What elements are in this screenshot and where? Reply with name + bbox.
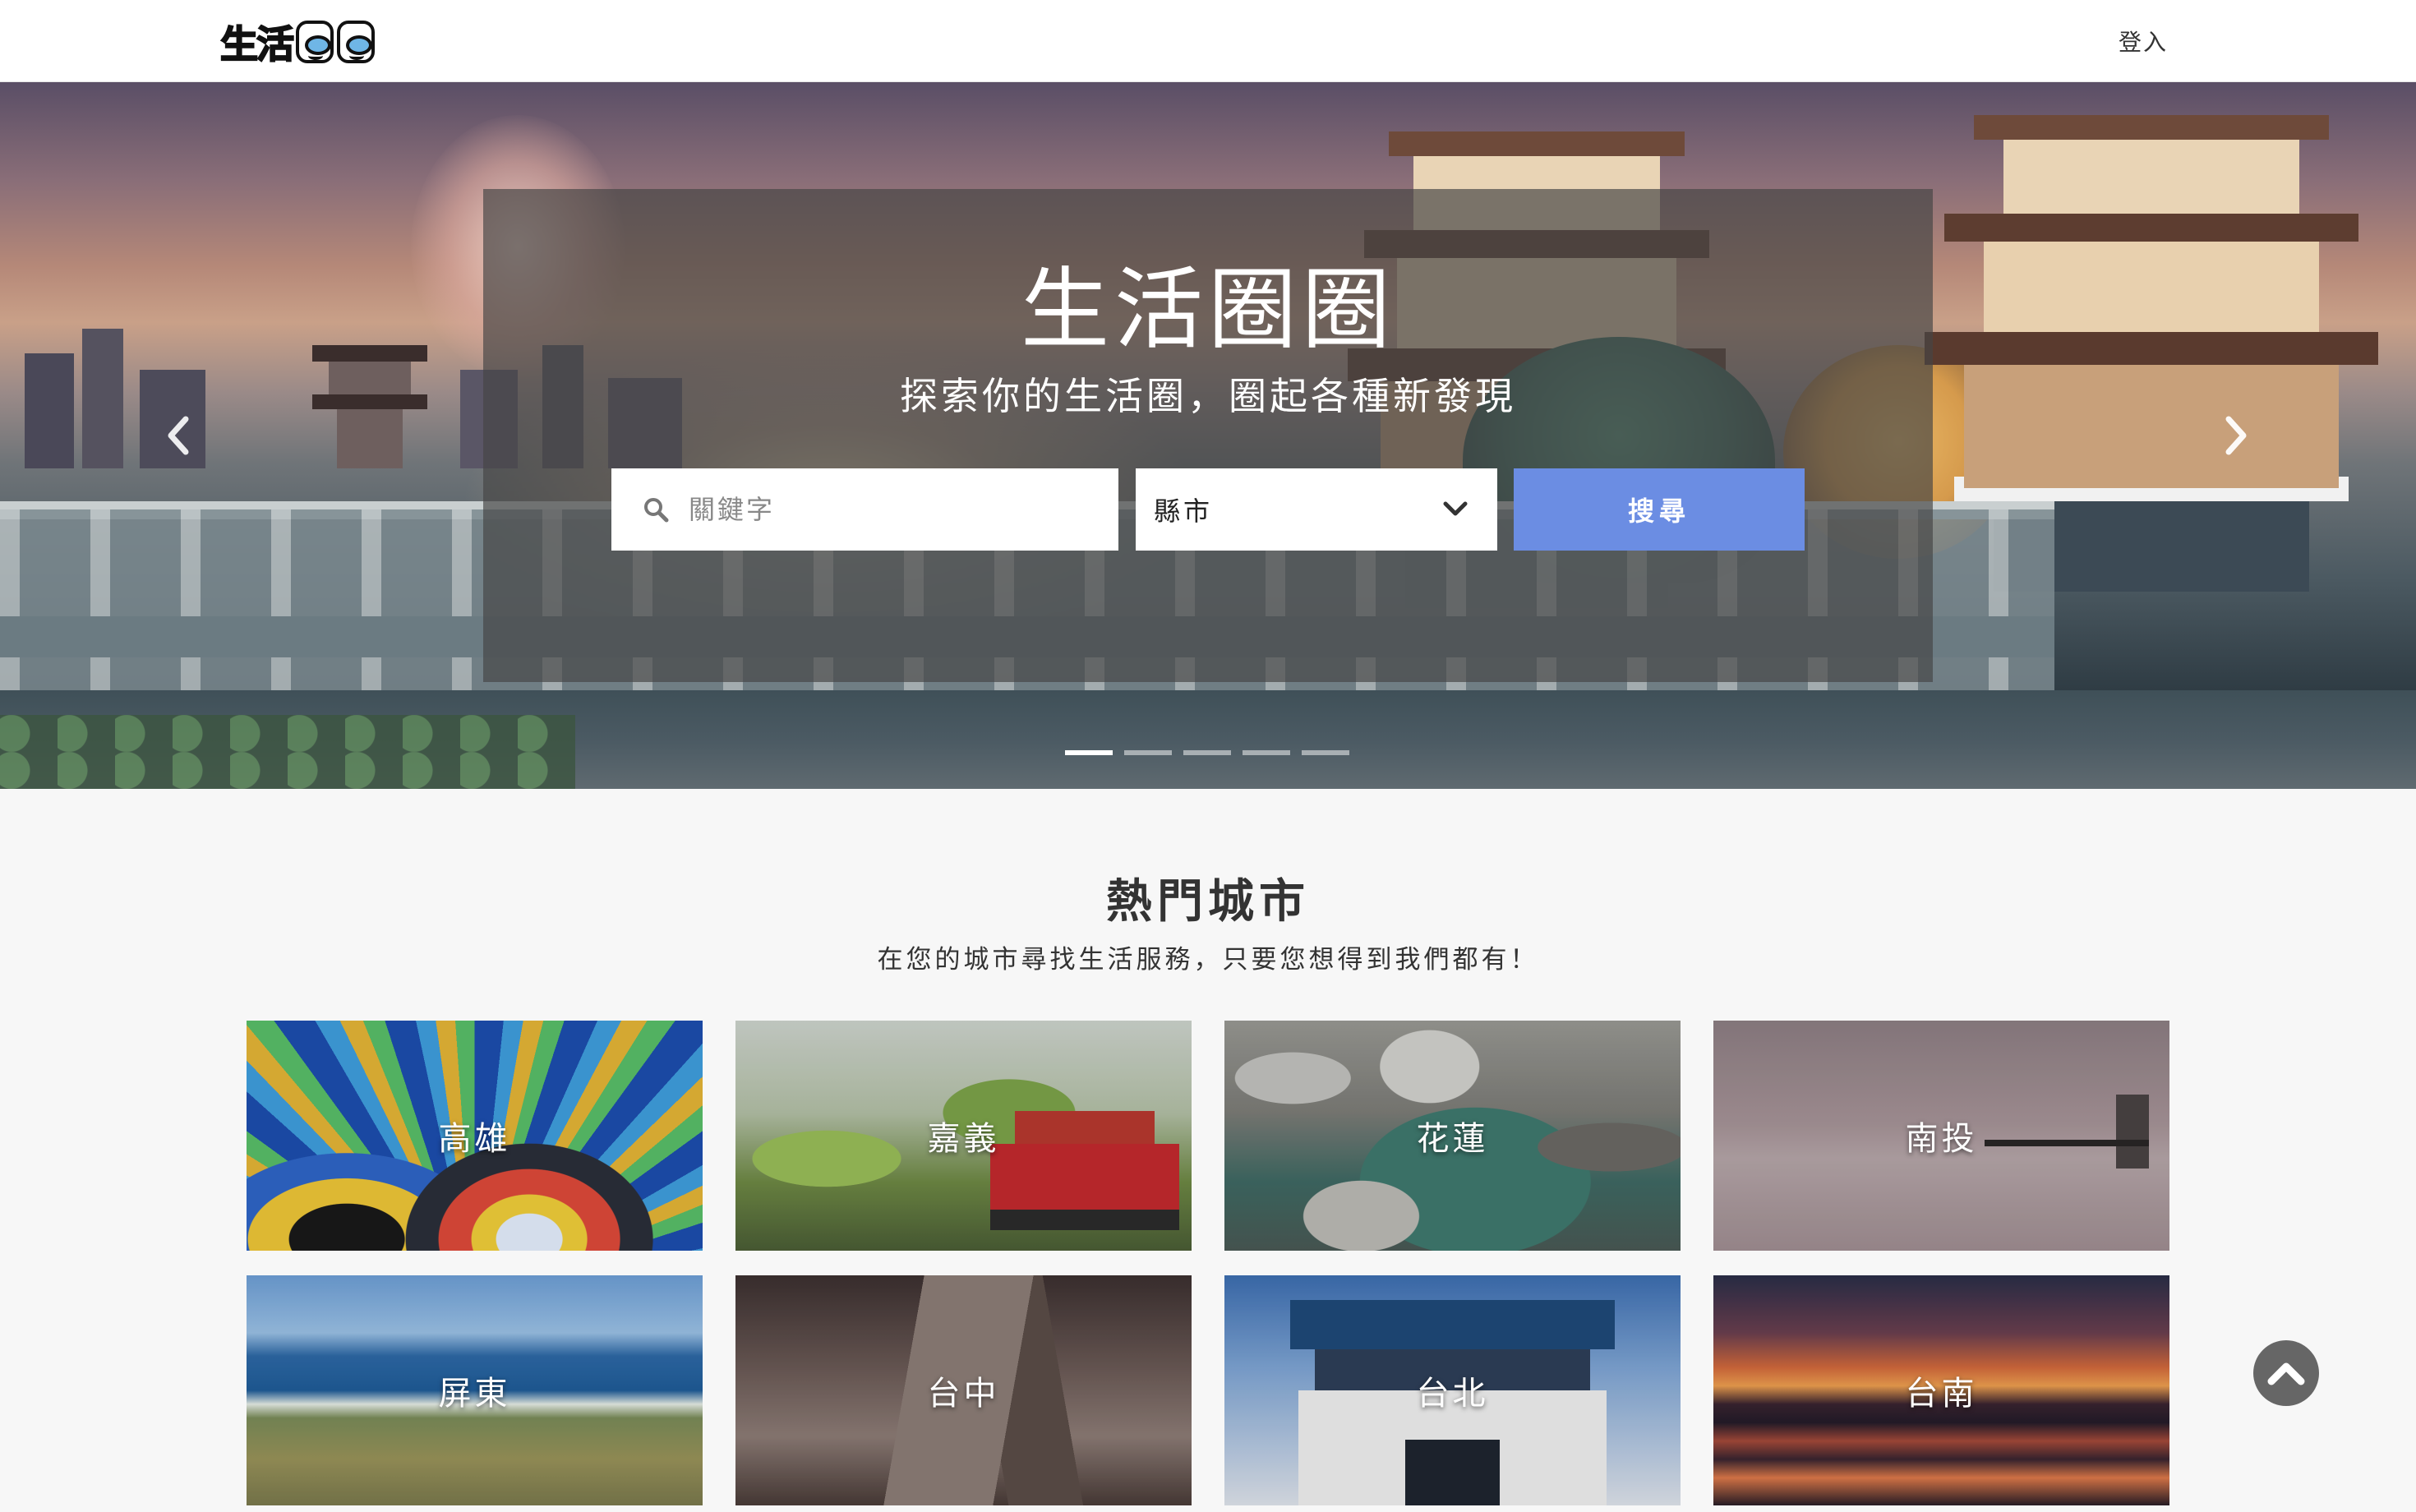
city-card-pingtung[interactable]: 屏東 <box>247 1275 703 1505</box>
city-select-dropdown[interactable]: 縣市 <box>1136 468 1497 551</box>
chevron-right-icon <box>2225 416 2247 455</box>
city-grid: 高雄 嘉義 花蓮 南投 屏東 台中 台北 台南 <box>247 1021 2170 1505</box>
logo-face-icon <box>337 21 375 63</box>
carousel-indicator[interactable] <box>1065 750 1113 755</box>
logo-wordmark: 生活 <box>219 21 295 67</box>
search-button[interactable]: 搜尋 <box>1514 468 1805 551</box>
city-card-label: 高雄 <box>438 1120 511 1158</box>
logo-face-icon <box>296 21 334 63</box>
city-card-label: 花蓮 <box>1416 1120 1489 1158</box>
carousel-indicator[interactable] <box>1124 750 1172 755</box>
popular-cities-subtitle: 在您的城市尋找生活服務，只要您想得到我們都有！ <box>877 945 1539 975</box>
chevron-up-icon <box>2267 1362 2305 1385</box>
hero-background-pavilion <box>312 345 427 468</box>
carousel-prev-button[interactable] <box>158 407 199 464</box>
city-card-taichung[interactable]: 台中 <box>735 1275 1192 1505</box>
carousel-indicator[interactable] <box>1183 750 1231 755</box>
city-card-label: 台中 <box>927 1375 1000 1413</box>
city-card-chiayi[interactable]: 嘉義 <box>735 1021 1192 1251</box>
chevron-down-icon <box>1443 501 1468 518</box>
keyword-search-input[interactable] <box>689 485 1100 534</box>
back-to-top-button[interactable] <box>2253 1340 2319 1406</box>
login-link[interactable]: 登入 <box>2119 25 2168 58</box>
city-card-nantou[interactable]: 南投 <box>1713 1021 2169 1251</box>
keyword-search-field[interactable] <box>611 468 1118 551</box>
city-card-label: 屏東 <box>438 1375 511 1413</box>
search-icon <box>643 496 669 523</box>
city-card-label: 南投 <box>1905 1120 1978 1158</box>
hero-title: 生活圈圈 <box>1020 259 1395 362</box>
chevron-left-icon <box>168 416 189 455</box>
city-select-value: 縣市 <box>1154 496 1214 527</box>
hero-subtitle: 探索你的生活圈，圈起各種新發現 <box>900 374 1516 418</box>
city-card-hualien[interactable]: 花蓮 <box>1224 1021 1681 1251</box>
city-card-label: 台北 <box>1416 1375 1489 1413</box>
popular-cities-title: 熱門城市 <box>1106 875 1310 929</box>
carousel-next-button[interactable] <box>2215 407 2257 464</box>
hero-background-lilies <box>0 715 575 789</box>
carousel-indicators <box>1065 750 1349 755</box>
city-card-taipei[interactable]: 台北 <box>1224 1275 1681 1505</box>
city-card-label: 台南 <box>1905 1375 1978 1413</box>
site-logo[interactable]: 生活 <box>219 15 393 69</box>
hero-search-panel: 生活圈圈 探索你的生活圈，圈起各種新發現 縣市 搜尋 <box>483 189 1933 682</box>
carousel-indicator[interactable] <box>1243 750 1290 755</box>
carousel-indicator[interactable] <box>1302 750 1349 755</box>
top-navbar: 生活 登入 <box>0 0 2416 82</box>
hero-carousel: 生活圈圈 探索你的生活圈，圈起各種新發現 縣市 搜尋 <box>0 82 2416 789</box>
city-card-label: 嘉義 <box>927 1120 1000 1158</box>
city-card-kaohsiung[interactable]: 高雄 <box>247 1021 703 1251</box>
city-card-tainan[interactable]: 台南 <box>1713 1275 2169 1505</box>
